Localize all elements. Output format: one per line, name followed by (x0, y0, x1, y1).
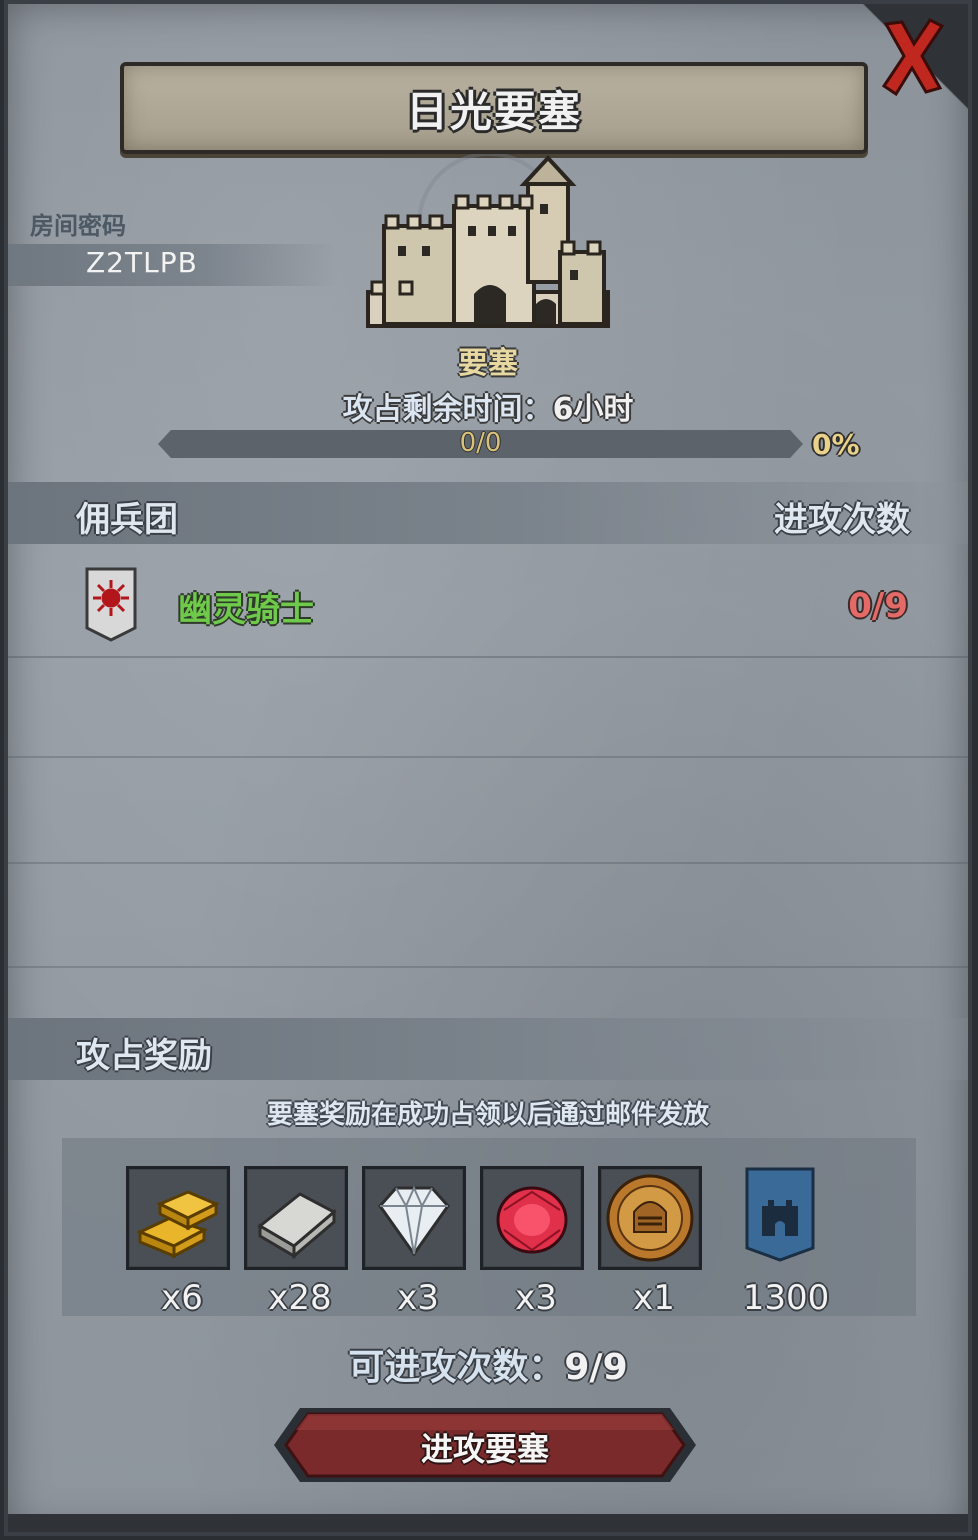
bottom-frame (8, 1514, 968, 1532)
close-x-icon (881, 18, 945, 96)
reward-qty: 1300 (742, 1278, 830, 1318)
reward-item[interactable] (126, 1166, 234, 1270)
fortress-panel: 日光要塞 房间密码 Z2TLPB 要塞 攻占剩余时间：6小时 0/0 0% 佣兵… (4, 0, 972, 1536)
red-sun-banner-icon (85, 567, 137, 642)
fortress-castle-icon (366, 154, 610, 328)
title-banner: 日光要塞 (120, 62, 868, 154)
mercenary-name: 幽灵骑士 (178, 590, 314, 630)
reward-item[interactable] (744, 1166, 852, 1266)
reward-item[interactable] (480, 1166, 588, 1270)
empty-row-divider (8, 862, 968, 864)
reward-item[interactable] (598, 1166, 706, 1270)
gold-bars-icon (130, 1170, 226, 1266)
progress-percent: 0% (812, 428, 860, 461)
timer-label: 攻占剩余时间： (342, 392, 553, 427)
diamond-icon (366, 1170, 462, 1266)
fortress-type-label: 要塞 (458, 346, 518, 381)
empty-row-divider (8, 756, 968, 758)
reward-qty: x1 (633, 1278, 675, 1318)
reward-item[interactable] (362, 1166, 470, 1270)
ruby-icon (484, 1170, 580, 1266)
room-code: Z2TLPB (86, 246, 198, 279)
castle-banner-icon (745, 1167, 815, 1262)
attack-count-value: 9/9 (564, 1347, 628, 1388)
empty-row-divider (8, 966, 968, 968)
mercenary-row[interactable]: 幽灵骑士 0/9 (8, 556, 968, 658)
reward-item[interactable] (244, 1166, 352, 1270)
attack-fortress-button[interactable]: 进攻要塞 (270, 1404, 700, 1486)
silver-ingot-icon (248, 1170, 344, 1266)
remaining-attack-count: 可进攻次数：9/9 (8, 1338, 968, 1390)
attack-count-header: 进攻次数 (774, 500, 910, 540)
progress-text: 0/0 (459, 428, 502, 458)
capture-progress-bar: 0/0 (158, 428, 803, 458)
capture-timer: 攻占剩余时间：6小时 (8, 384, 968, 428)
knight-helmet-coin-icon (602, 1170, 698, 1266)
mercenary-section-title: 佣兵团 (76, 500, 178, 540)
page-title: 日光要塞 (405, 86, 582, 136)
attack-button-label: 进攻要塞 (420, 1430, 549, 1468)
room-password-label: 房间密码 (30, 212, 126, 240)
reward-section-title: 攻占奖励 (76, 1036, 212, 1076)
close-button[interactable] (880, 16, 946, 96)
reward-note: 要塞奖励在成功占领以后通过邮件发放 (266, 1100, 709, 1130)
attack-count-label: 可进攻次数： (348, 1347, 565, 1388)
timer-value: 6小时 (552, 392, 634, 427)
mercenary-attack-count: 0/9 (848, 586, 908, 626)
